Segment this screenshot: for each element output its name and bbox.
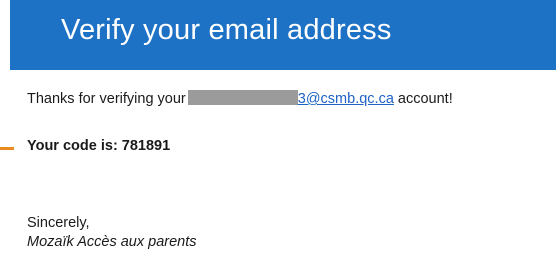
thanks-message: Thanks for verifying your 3@csmb.qc.ca ac… [27, 90, 453, 107]
signature-text: Mozaïk Accès aux parents [27, 234, 197, 250]
page-title: Verify your email address [61, 14, 392, 46]
email-link[interactable]: 3@csmb.qc.ca [298, 91, 394, 107]
redacted-email-block [187, 90, 298, 105]
thanks-prefix: Thanks for verifying your [27, 91, 186, 107]
verification-code: Your code is: 781891 [27, 138, 171, 154]
email-verification-page: Verify your email address Thanks for ver… [0, 0, 556, 256]
thanks-suffix: account! [393, 91, 453, 107]
header-banner: Verify your email address [10, 0, 556, 70]
closing-text: Sincerely, [27, 215, 90, 231]
orange-accent-mark [0, 147, 14, 150]
